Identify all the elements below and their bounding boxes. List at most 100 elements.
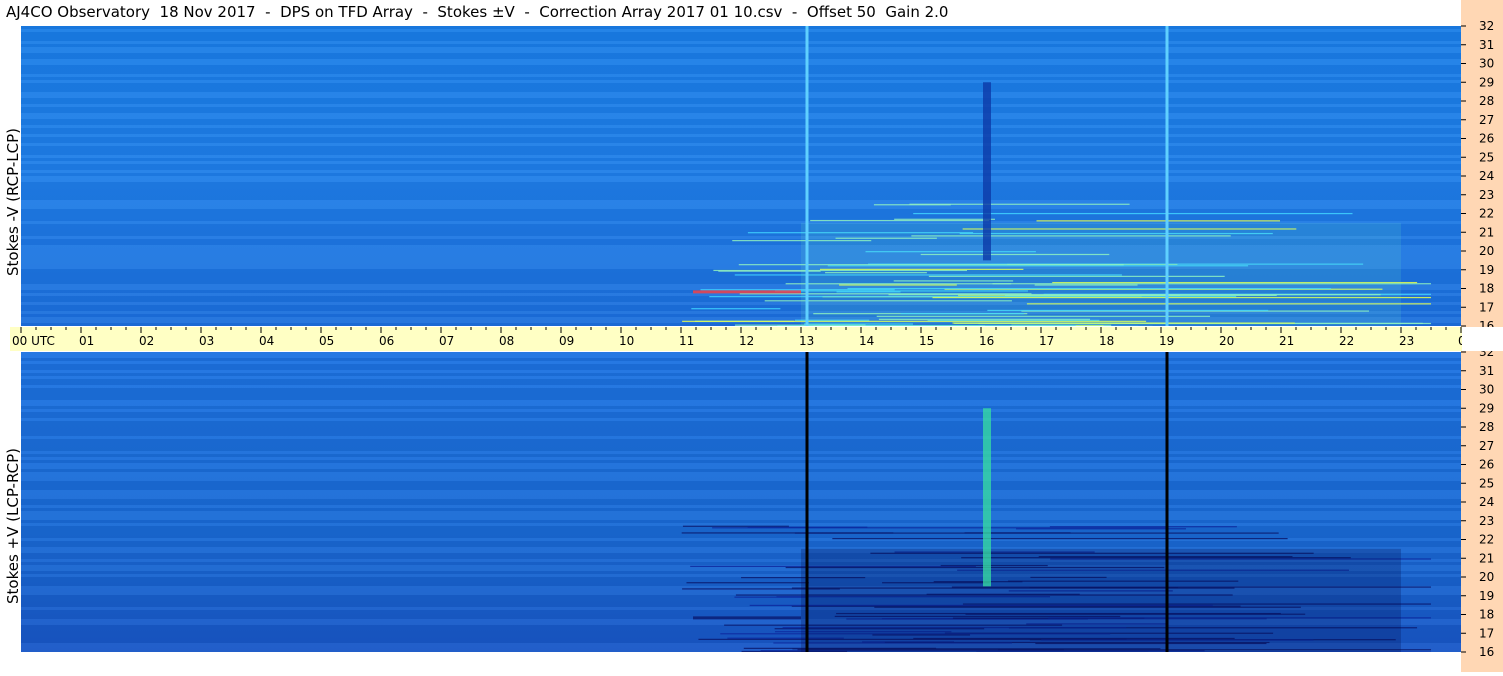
band-texture xyxy=(21,358,1461,361)
freq-tick-label: 32 xyxy=(1479,19,1494,33)
time-tick-label: 13 xyxy=(799,334,814,348)
band-texture xyxy=(21,478,1461,481)
time-tick-label: 15 xyxy=(919,334,934,348)
burst-streak xyxy=(913,213,1352,214)
band-texture xyxy=(21,355,1461,358)
freq-tick-label: 25 xyxy=(1479,150,1494,164)
band-texture xyxy=(21,158,1461,161)
band-texture xyxy=(21,463,1461,466)
band-texture xyxy=(21,418,1461,421)
band-texture xyxy=(21,517,1461,520)
band-texture xyxy=(21,415,1461,418)
band-texture xyxy=(21,32,1461,35)
band-texture xyxy=(21,185,1461,188)
band-texture xyxy=(21,403,1461,406)
time-tick-label: 09 xyxy=(559,334,574,348)
time-tick-label: 21 xyxy=(1279,334,1294,348)
freq-tick-label: 16 xyxy=(1479,319,1494,327)
band-texture xyxy=(21,92,1461,95)
band-texture xyxy=(21,472,1461,475)
band-texture xyxy=(21,511,1461,514)
band-texture xyxy=(21,137,1461,140)
burst-streak xyxy=(1050,526,1237,527)
freq-tick-label: 21 xyxy=(1479,225,1494,239)
band-texture xyxy=(21,484,1461,487)
time-tick-label: 04 xyxy=(259,334,274,348)
band-texture xyxy=(21,406,1461,409)
band-texture xyxy=(21,364,1461,367)
freq-tick-label: 30 xyxy=(1479,383,1494,397)
band-texture xyxy=(21,131,1461,134)
band-texture xyxy=(21,107,1461,110)
band-texture xyxy=(21,170,1461,173)
freq-tick-label: 25 xyxy=(1479,476,1494,490)
band-texture xyxy=(21,376,1461,379)
band-texture xyxy=(21,454,1461,457)
freq-tick-label: 28 xyxy=(1479,94,1494,108)
band-texture xyxy=(21,388,1461,391)
band-texture xyxy=(21,361,1461,364)
band-texture xyxy=(21,140,1461,143)
utc-time-axis-svg: 00 UTC0102030405060708091011121314151617… xyxy=(10,327,1462,351)
freq-tick-label: 17 xyxy=(1479,300,1494,314)
top-spectrogram xyxy=(21,26,1461,326)
freq-tick-label: 23 xyxy=(1479,188,1494,202)
time-tick-label: 07 xyxy=(439,334,454,348)
band-texture xyxy=(21,26,1461,29)
band-texture xyxy=(21,379,1461,382)
stokes-minus-v-panel xyxy=(21,26,1461,326)
band-texture xyxy=(21,373,1461,376)
band-texture xyxy=(21,460,1461,463)
band-texture xyxy=(21,427,1461,430)
top-freq-axis: 3231302928272625242322212019181716 xyxy=(1461,0,1503,327)
band-texture xyxy=(21,77,1461,80)
band-texture xyxy=(21,490,1461,493)
band-texture xyxy=(21,89,1461,92)
burst-streak xyxy=(810,220,989,221)
band-texture xyxy=(21,469,1461,472)
band-texture xyxy=(21,505,1461,508)
top-panel-ylabel: Stokes -V (RCP-LCP) xyxy=(4,128,22,276)
band-texture xyxy=(21,391,1461,394)
band-texture xyxy=(21,448,1461,451)
burst-streak xyxy=(1036,220,1280,221)
band-texture xyxy=(21,161,1461,164)
band-texture xyxy=(21,523,1461,526)
time-tick-label: 14 xyxy=(859,334,874,348)
freq-tick-label: 24 xyxy=(1479,495,1494,509)
time-tick-label: 19 xyxy=(1159,334,1174,348)
band-texture xyxy=(21,59,1461,62)
band-texture xyxy=(21,41,1461,44)
bottom-freq-axis: 3231302928272625242322212019181716 xyxy=(1461,351,1503,672)
time-tick-label: 10 xyxy=(619,334,634,348)
bottom-spectrogram xyxy=(21,352,1461,652)
time-tick-label: 17 xyxy=(1039,334,1054,348)
burst-streak xyxy=(965,532,1071,533)
band-texture xyxy=(21,493,1461,496)
time-tick-label: 12 xyxy=(739,334,754,348)
band-texture xyxy=(21,215,1461,218)
band-texture xyxy=(21,367,1461,370)
freq-tick-label: 31 xyxy=(1479,364,1494,378)
band-texture xyxy=(21,209,1461,212)
bottom-panel-ylabel: Stokes +V (LCP-RCP) xyxy=(4,448,22,604)
freq-tick-label: 27 xyxy=(1479,439,1494,453)
band-texture xyxy=(21,164,1461,167)
band-texture xyxy=(21,206,1461,209)
band-texture xyxy=(21,445,1461,448)
burst-region xyxy=(801,549,1401,652)
band-texture xyxy=(21,104,1461,107)
band-texture xyxy=(21,152,1461,155)
time-tick-label: 01 xyxy=(79,334,94,348)
band-texture xyxy=(21,436,1461,439)
band-texture xyxy=(21,421,1461,424)
time-tick-label: 02 xyxy=(139,334,154,348)
time-tick-label: 22 xyxy=(1339,334,1354,348)
band-texture xyxy=(21,116,1461,119)
band-texture xyxy=(21,451,1461,454)
band-texture xyxy=(21,424,1461,427)
vertical-marker-line xyxy=(806,26,809,326)
time-tick-label: 18 xyxy=(1099,334,1114,348)
band-texture xyxy=(21,188,1461,191)
figure-title: AJ4CO Observatory 18 Nov 2017 - DPS on T… xyxy=(6,3,948,21)
